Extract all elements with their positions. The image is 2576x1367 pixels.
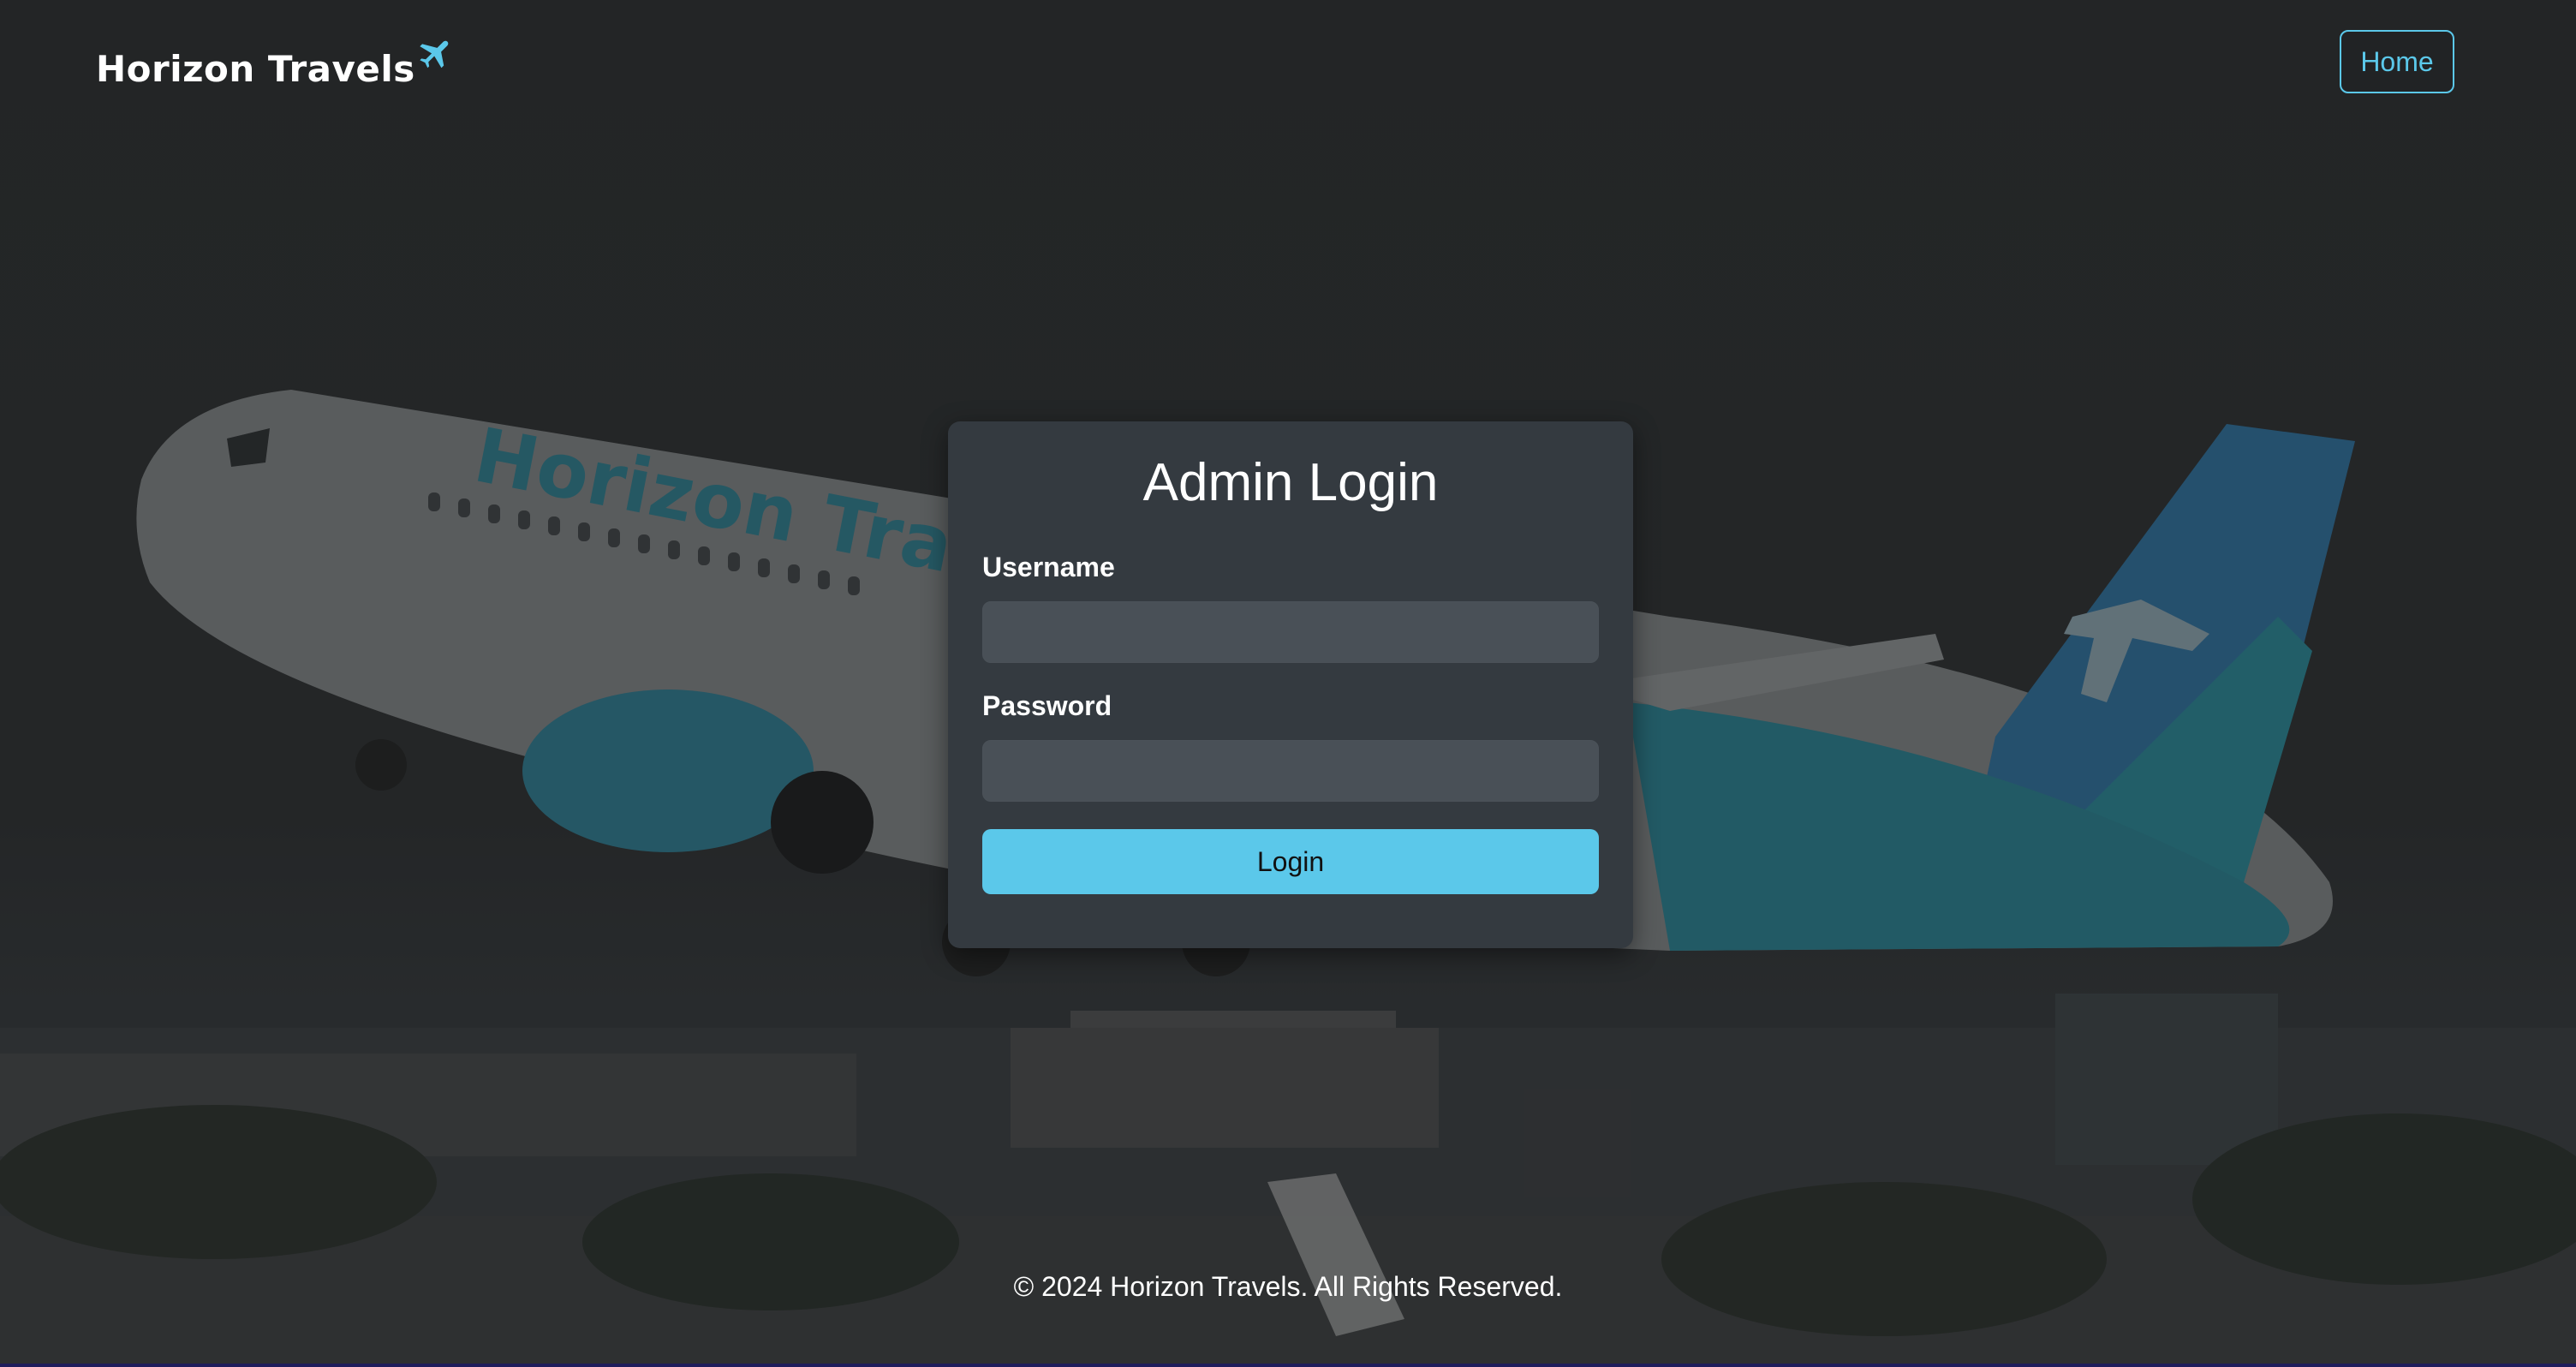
home-button[interactable]: Home bbox=[2340, 30, 2454, 93]
password-input[interactable] bbox=[982, 740, 1599, 802]
brand-logo[interactable]: Horizon Travels bbox=[96, 38, 451, 90]
password-label: Password bbox=[982, 690, 1112, 721]
footer-copyright: © 2024 Horizon Travels. All Rights Reser… bbox=[1013, 1271, 1563, 1302]
login-card: Admin Login Username Password Login bbox=[948, 421, 1633, 948]
airplane-icon bbox=[420, 40, 449, 69]
bottom-edge-bar bbox=[0, 1364, 2576, 1367]
username-label: Username bbox=[982, 552, 1115, 582]
username-input[interactable] bbox=[982, 601, 1599, 663]
brand-name: Horizon Travels bbox=[96, 48, 415, 90]
login-title: Admin Login bbox=[1142, 453, 1439, 512]
login-button[interactable]: Login bbox=[982, 829, 1599, 894]
